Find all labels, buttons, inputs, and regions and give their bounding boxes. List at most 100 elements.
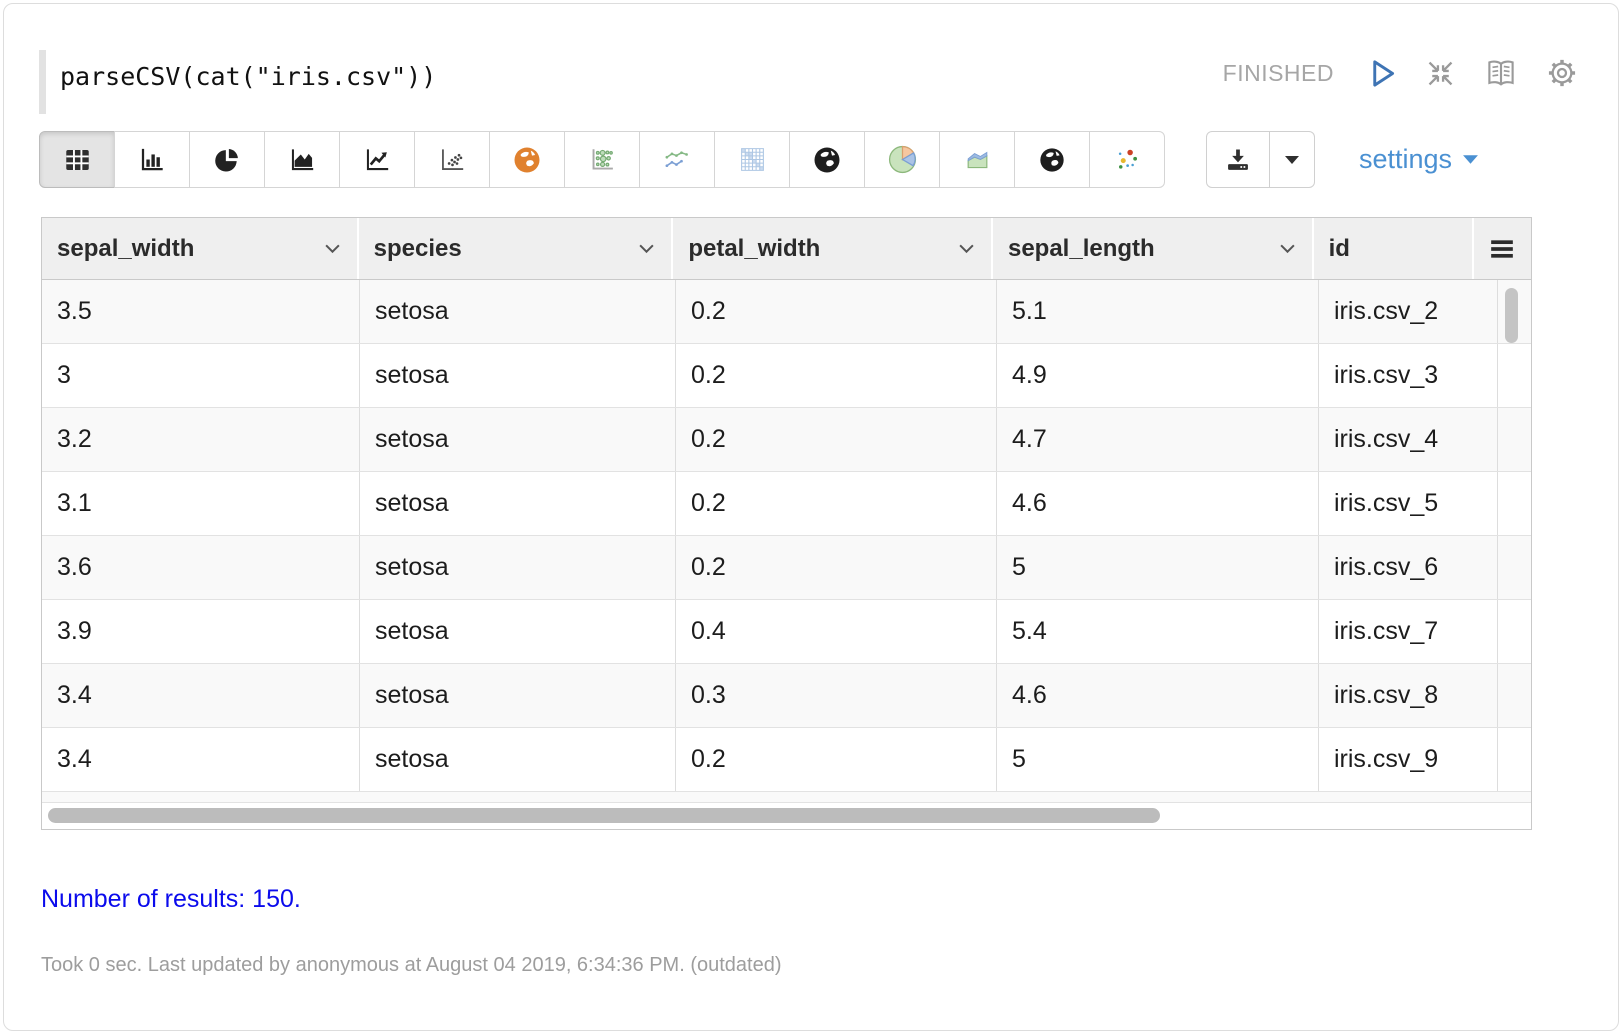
paragraph-controls: FINISHED — [1223, 56, 1578, 90]
table-row: 3.4setosa0.34.6iris.csv_8 — [42, 664, 1531, 728]
area-chart-color-button[interactable] — [939, 131, 1015, 188]
column-header-species[interactable]: species — [359, 218, 674, 279]
caret-down-icon — [1462, 154, 1479, 165]
column-header-id[interactable]: id — [1314, 218, 1474, 279]
column-menu-button[interactable] — [1474, 218, 1531, 279]
table-cell: 0.2 — [676, 344, 997, 407]
editor-active-line-bar — [39, 50, 46, 114]
chevron-down-icon — [638, 243, 655, 254]
bar-chart-button[interactable] — [114, 131, 190, 188]
table-body: 3.5setosa0.25.1iris.csv_23setosa0.24.9ir… — [42, 280, 1531, 792]
line-chart-button[interactable] — [339, 131, 415, 188]
table-cell: iris.csv_8 — [1319, 664, 1498, 727]
scrollbar-gutter-cell — [1498, 728, 1531, 791]
scatter-chart-icon — [438, 146, 467, 173]
globe-dark-button[interactable] — [789, 131, 865, 188]
scrollbar-gutter-cell — [1498, 408, 1531, 471]
pie-chart-button[interactable] — [189, 131, 265, 188]
area-chart-button[interactable] — [264, 131, 340, 188]
table-cell: 3.5 — [42, 280, 360, 343]
table-row: 3.4setosa0.25iris.csv_9 — [42, 728, 1531, 792]
table-cell: 4.6 — [997, 664, 1319, 727]
map-globe-orange-button[interactable] — [489, 131, 565, 188]
table-cell: 4.7 — [997, 408, 1319, 471]
paragraph-card: parseCSV(cat("iris.csv")) FINISHED — [3, 3, 1619, 1031]
chevron-down-icon — [324, 243, 341, 254]
column-header-label: sepal_length — [1008, 235, 1155, 263]
download-icon — [1223, 146, 1253, 174]
table-row: 3.1setosa0.24.6iris.csv_5 — [42, 472, 1531, 536]
table-cell: 3.4 — [42, 728, 360, 791]
table-cell: 0.2 — [676, 728, 997, 791]
table-cell: iris.csv_5 — [1319, 472, 1498, 535]
scrollbar-gutter-cell — [1498, 600, 1531, 663]
table-cell: 4.9 — [997, 344, 1319, 407]
table-cell: iris.csv_2 — [1319, 280, 1498, 343]
column-header-petal_width[interactable]: petal_width — [673, 218, 993, 279]
chevron-down-icon — [958, 243, 975, 254]
table-cell: 3.1 — [42, 472, 360, 535]
bar-chart-icon — [138, 146, 166, 173]
download-button[interactable] — [1206, 131, 1270, 188]
multi-line-chart-button[interactable] — [639, 131, 715, 188]
hamburger-icon — [1489, 238, 1515, 260]
table-header-row: sepal_width species petal_width sepal_lengt… — [42, 218, 1531, 280]
horizontal-scrollbar-thumb[interactable] — [48, 808, 1160, 823]
table-cell: 5.1 — [997, 280, 1319, 343]
table-cell: iris.csv_4 — [1319, 408, 1498, 471]
status-badge: FINISHED — [1223, 60, 1334, 87]
table-cell: 3.6 — [42, 536, 360, 599]
table-icon — [63, 147, 92, 173]
dot-matrix-button[interactable] — [564, 131, 640, 188]
results-table: sepal_width species petal_width sepal_lengt… — [41, 217, 1532, 830]
gear-icon[interactable] — [1546, 57, 1578, 89]
play-icon[interactable] — [1367, 57, 1398, 90]
table-cell: 4.6 — [997, 472, 1319, 535]
table-cell: 3.2 — [42, 408, 360, 471]
download-options-button[interactable] — [1270, 131, 1315, 188]
code-editor: parseCSV(cat("iris.csv")) FINISHED — [39, 46, 1581, 118]
column-header-label: id — [1329, 235, 1350, 263]
table-row: 3.2setosa0.24.7iris.csv_4 — [42, 408, 1531, 472]
table-row: 3.9setosa0.45.4iris.csv_7 — [42, 600, 1531, 664]
scrollbar-gutter-cell — [1498, 536, 1531, 599]
scrollbar-gutter-cell — [1498, 344, 1531, 407]
compress-icon[interactable] — [1425, 58, 1456, 89]
scrollbar-gutter-cell — [1498, 664, 1531, 727]
globe-dark-icon — [812, 145, 842, 175]
table-cell: 0.2 — [676, 472, 997, 535]
table-view-button[interactable] — [39, 131, 115, 188]
area-color-icon — [962, 146, 993, 174]
table-cell: 0.2 — [676, 280, 997, 343]
vertical-scrollbar-thumb[interactable] — [1505, 288, 1518, 343]
pie-chart-icon — [213, 146, 241, 174]
caret-down-icon — [1284, 155, 1300, 165]
column-header-label: species — [374, 235, 462, 263]
book-icon[interactable] — [1483, 56, 1519, 90]
globe-orange-icon — [512, 145, 542, 175]
visualization-toolbar: settings — [39, 131, 1581, 189]
globe-dark-2-button[interactable] — [1014, 131, 1090, 188]
column-header-sepal_width[interactable]: sepal_width — [42, 218, 359, 279]
area-chart-icon — [288, 146, 317, 173]
pie-color-icon — [887, 144, 918, 175]
table-cell: setosa — [360, 536, 676, 599]
heatmap-icon — [738, 145, 767, 174]
heatmap-grid-button[interactable] — [714, 131, 790, 188]
scatter-chart-button[interactable] — [414, 131, 490, 188]
table-row-partial — [42, 792, 1531, 803]
table-row: 3setosa0.24.9iris.csv_3 — [42, 344, 1531, 408]
settings-dropdown[interactable]: settings — [1359, 144, 1479, 175]
table-cell: 0.4 — [676, 600, 997, 663]
table-cell: 0.3 — [676, 664, 997, 727]
code-text[interactable]: parseCSV(cat("iris.csv")) — [60, 62, 436, 91]
table-cell: iris.csv_7 — [1319, 600, 1498, 663]
column-header-sepal_length[interactable]: sepal_length — [993, 218, 1314, 279]
pie-chart-color-button[interactable] — [864, 131, 940, 188]
scatter-color-icon — [1112, 145, 1142, 175]
table-row: 3.6setosa0.25iris.csv_6 — [42, 536, 1531, 600]
table-cell: setosa — [360, 728, 676, 791]
table-cell: setosa — [360, 600, 676, 663]
table-cell: iris.csv_3 — [1319, 344, 1498, 407]
scatter-color-button[interactable] — [1089, 131, 1165, 188]
